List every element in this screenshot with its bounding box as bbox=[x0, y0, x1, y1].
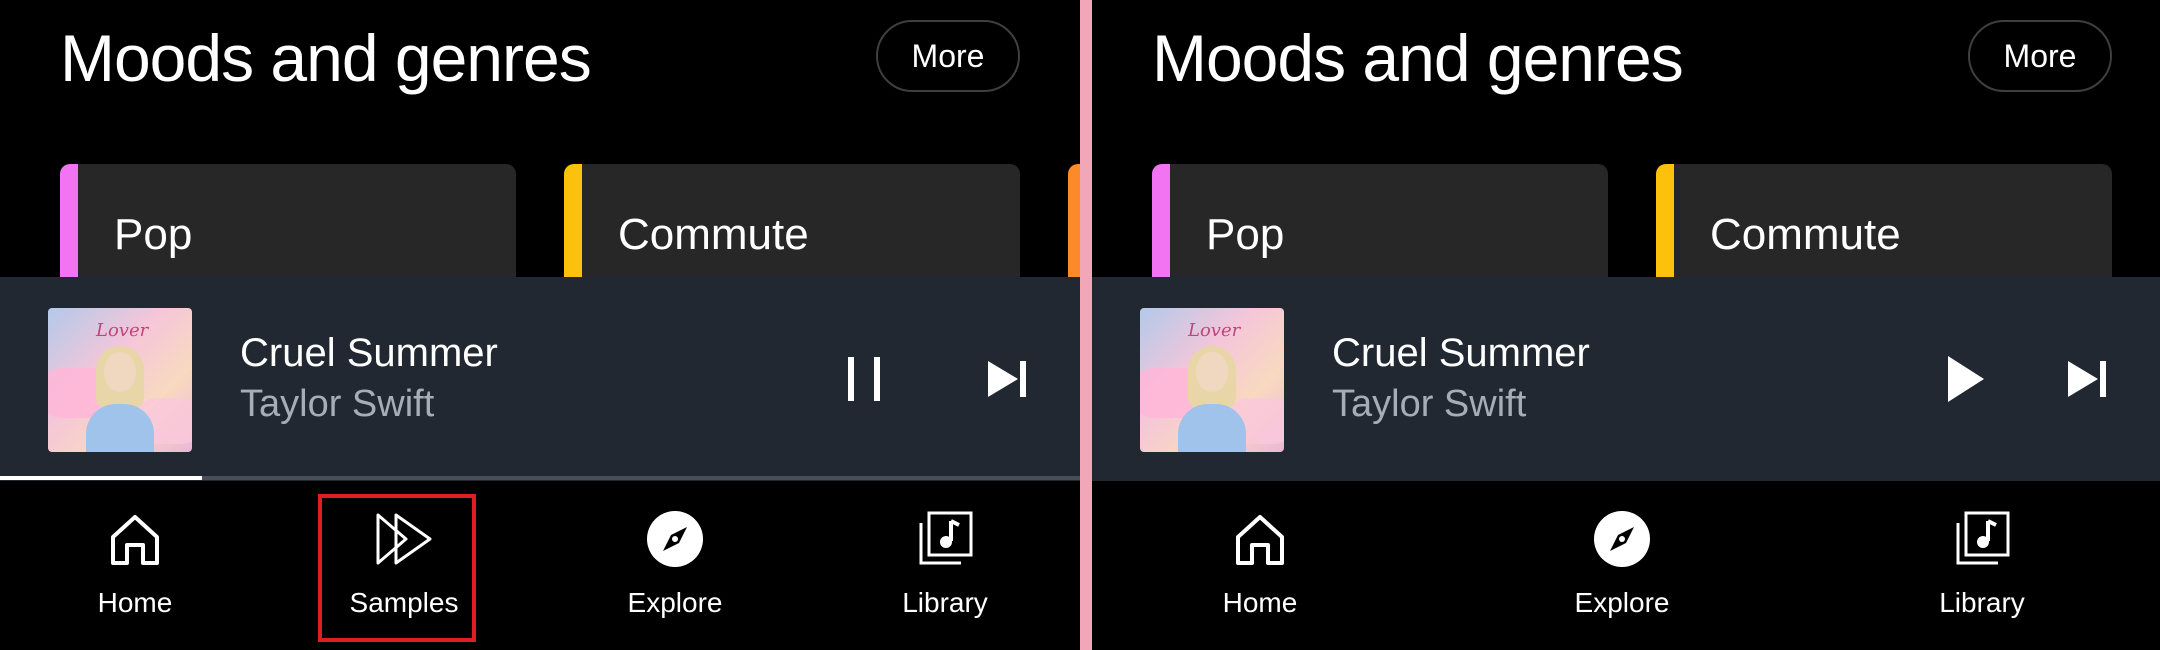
track-title: Cruel Summer bbox=[240, 331, 498, 375]
progress-bar[interactable] bbox=[0, 476, 1080, 480]
compass-icon bbox=[647, 511, 703, 567]
track-title: Cruel Summer bbox=[1332, 331, 1590, 375]
nav-label: Explore bbox=[1574, 587, 1670, 618]
album-art: Lover bbox=[48, 308, 192, 452]
nav-label: Library bbox=[1939, 587, 2025, 618]
track-artist: Taylor Swift bbox=[1332, 383, 1527, 425]
play-button[interactable] bbox=[1934, 347, 1998, 411]
album-art: Lover bbox=[1140, 308, 1284, 452]
genre-label: Pop bbox=[114, 210, 193, 259]
album-script: Lover bbox=[96, 320, 149, 341]
nav-explore[interactable]: Explore bbox=[1532, 509, 1712, 629]
skip-next-icon bbox=[988, 361, 1026, 397]
compass-icon bbox=[1594, 511, 1650, 567]
bottom-nav: Home Samples Explore Library bbox=[0, 481, 1080, 650]
right-screen: Moods and genres More Pop Commute Lover … bbox=[1092, 0, 2160, 650]
mini-player[interactable]: Lover Cruel Summer Taylor Swift bbox=[0, 277, 1080, 481]
nav-label: Library bbox=[902, 587, 988, 618]
nav-explore[interactable]: Explore bbox=[585, 509, 765, 629]
section-title: Moods and genres bbox=[1152, 21, 1684, 95]
skip-next-button[interactable] bbox=[2056, 347, 2120, 411]
left-screen: Moods and genres More Pop Commute Lover … bbox=[0, 0, 1080, 650]
library-icon bbox=[1956, 511, 2010, 565]
play-icon bbox=[1948, 356, 1984, 402]
nav-library[interactable]: Library bbox=[1892, 509, 2072, 629]
panel-divider bbox=[1080, 0, 1092, 650]
genre-label: Commute bbox=[618, 210, 809, 259]
nav-label: Explore bbox=[627, 587, 723, 618]
genre-label: Commute bbox=[1710, 210, 1901, 259]
nav-home[interactable]: Home bbox=[1170, 509, 1350, 629]
album-script: Lover bbox=[1188, 320, 1241, 341]
pause-icon bbox=[848, 357, 880, 401]
genre-label: Pop bbox=[1206, 210, 1285, 259]
pause-button[interactable] bbox=[832, 347, 896, 411]
nav-home[interactable]: Home bbox=[45, 509, 225, 629]
nav-library[interactable]: Library bbox=[855, 509, 1035, 629]
skip-next-icon bbox=[2068, 361, 2106, 397]
skip-next-button[interactable] bbox=[976, 347, 1040, 411]
home-icon bbox=[1236, 515, 1284, 565]
nav-label: Home bbox=[1222, 587, 1298, 618]
more-button[interactable]: More bbox=[876, 20, 1020, 92]
nav-label: Home bbox=[97, 587, 173, 618]
home-icon bbox=[111, 515, 159, 565]
library-icon bbox=[919, 511, 973, 565]
more-button[interactable]: More bbox=[1968, 20, 2112, 92]
mini-player[interactable]: Lover Cruel Summer Taylor Swift bbox=[1092, 277, 2160, 481]
samples-highlight-box bbox=[318, 494, 476, 642]
bottom-nav: Home Explore Library bbox=[1092, 481, 2160, 650]
section-title: Moods and genres bbox=[60, 21, 592, 95]
track-artist: Taylor Swift bbox=[240, 383, 435, 425]
progress-fill bbox=[0, 476, 202, 480]
